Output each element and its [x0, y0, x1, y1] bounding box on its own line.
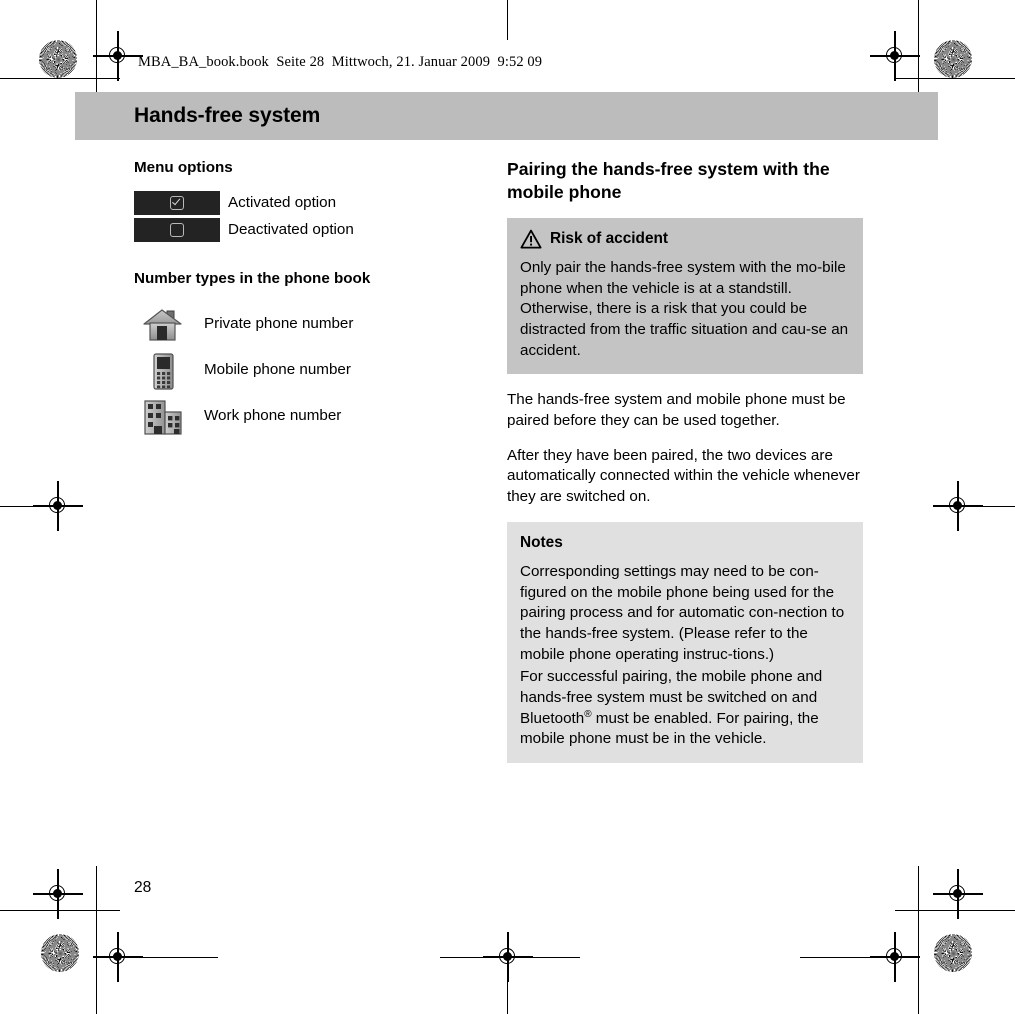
- warning-box: Risk of accident Only pair the hands-fre…: [507, 217, 863, 375]
- list-item: Mobile phone number: [134, 348, 464, 394]
- crop-line-top-right-horizontal: [895, 78, 1015, 80]
- page-number: 28: [134, 879, 152, 896]
- registration-target-top-right: [870, 31, 920, 81]
- office-building-icon: [134, 396, 192, 438]
- page-title: Hands-free system: [134, 104, 321, 127]
- menu-options-heading: Menu options: [134, 159, 233, 176]
- number-types-list: Private phone number Mobile phone number…: [134, 302, 464, 440]
- left-column: Menu options Activated option Deactivate…: [134, 158, 464, 440]
- registration-target-bottom-right: [933, 869, 983, 919]
- warning-box-title: Risk of accident: [550, 229, 669, 247]
- notes-box: Notes Corresponding settings may need to…: [507, 521, 863, 764]
- deactivated-option-label: Deactivated option: [228, 220, 354, 238]
- mobile-phone-icon: [134, 350, 192, 392]
- activated-option-chip: [134, 190, 220, 215]
- rosette-mark-top-right: [934, 40, 972, 78]
- registration-target-bottom-left-inner: [93, 932, 143, 982]
- rosette-mark-bottom-left: [41, 934, 79, 972]
- list-item: Work phone number: [134, 394, 464, 440]
- mobile-phone-number-label: Mobile phone number: [204, 361, 351, 379]
- rosette-mark-top-left: [39, 40, 77, 78]
- notes-paragraph-2: For successful pairing, the mobile phone…: [520, 667, 850, 750]
- pairing-section-heading: Pairing the hands-free system with the m…: [507, 159, 830, 202]
- crop-line-bottom-right-horizontal: [895, 910, 1015, 912]
- list-item: Deactivated option: [134, 217, 464, 242]
- warning-box-body: Only pair the hands-free system with the…: [520, 259, 849, 359]
- warning-box-header: Risk of accident: [520, 229, 850, 249]
- registration-target-bottom-left: [33, 869, 83, 919]
- crop-line-top-left-horizontal: [0, 78, 120, 80]
- work-phone-number-label: Work phone number: [204, 407, 342, 425]
- pairing-paragraph-1: The hands-free system and mobile phone m…: [507, 391, 846, 430]
- right-column: Pairing the hands-free system with the m…: [507, 158, 863, 779]
- notes-box-header: Notes: [520, 533, 850, 553]
- notes-box-title: Notes: [520, 533, 563, 551]
- crop-line-bottom-left-horizontal: [0, 910, 120, 912]
- crop-line-top-center-vertical: [507, 0, 509, 40]
- list-item: Private phone number: [134, 302, 464, 348]
- private-phone-number-label: Private phone number: [204, 315, 354, 333]
- checkbox-unchecked-icon: [170, 222, 184, 237]
- number-types-heading: Number types in the phone book: [134, 269, 371, 287]
- rosette-mark-bottom-right: [934, 934, 972, 972]
- registration-target-left-middle: [33, 481, 83, 531]
- pairing-paragraph-2: After they have been paired, the two dev…: [507, 446, 860, 506]
- warning-triangle-icon: [520, 229, 542, 249]
- deactivated-option-chip: [134, 217, 220, 242]
- document-page: MBA_BA_book.book Seite 28 Mittwoch, 21. …: [0, 0, 1015, 1014]
- checkbox-checked-icon: [170, 195, 184, 210]
- registration-target-top-left: [93, 31, 143, 81]
- registration-target-right-middle: [933, 481, 983, 531]
- list-item: Activated option: [134, 190, 464, 215]
- house-icon: [134, 305, 192, 345]
- registered-trademark-mark: ®: [584, 708, 592, 720]
- crop-line-bottom-left-vertical: [96, 866, 98, 1014]
- registration-target-bottom-center: [483, 932, 533, 982]
- registration-target-bottom-right-inner: [870, 932, 920, 982]
- activated-option-label: Activated option: [228, 193, 337, 211]
- crop-line-bottom-right-vertical: [918, 866, 920, 1014]
- running-head: MBA_BA_book.book Seite 28 Mittwoch, 21. …: [138, 54, 543, 70]
- chapter-title-band: Hands-free system: [75, 92, 938, 140]
- notes-paragraph-1: Corresponding settings may need to be co…: [520, 563, 845, 663]
